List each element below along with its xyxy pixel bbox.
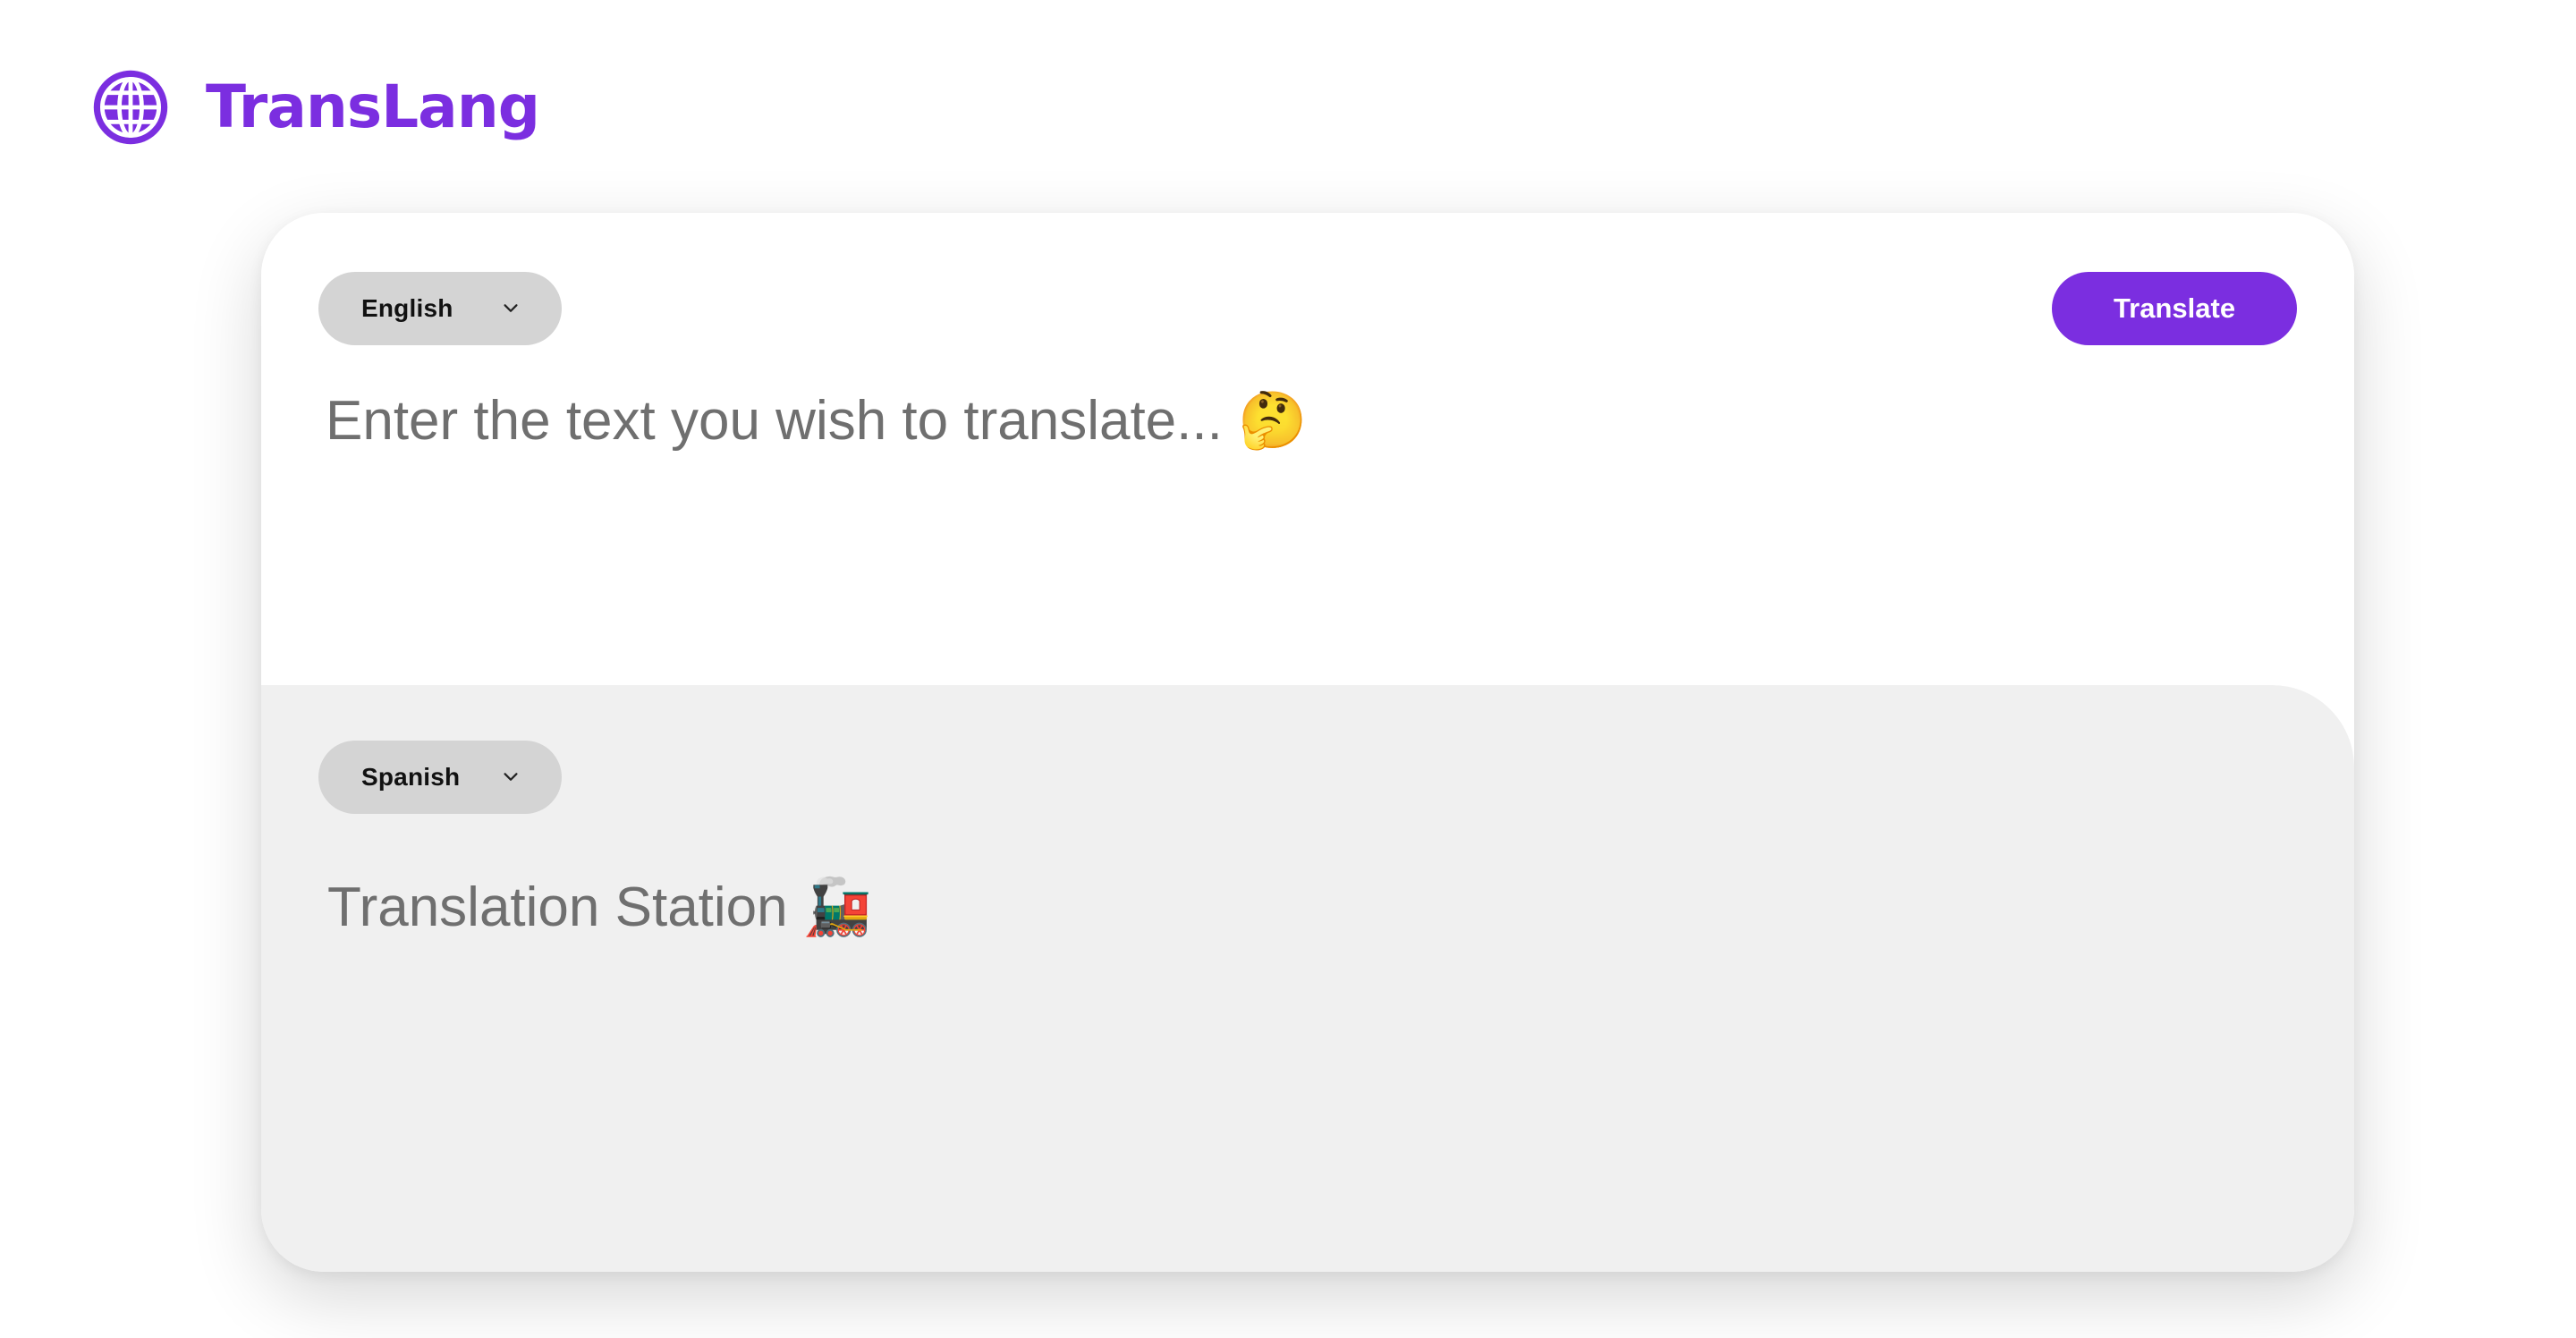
translation-output-text: Translation Station 🚂: [327, 876, 873, 938]
translang-page: TransLang English Translate Spanish Tran…: [0, 0, 2576, 1338]
source-panel: English Translate: [261, 213, 2354, 685]
globe-icon: [93, 70, 168, 145]
app-header: TransLang: [89, 64, 540, 150]
target-language-label: Spanish: [361, 763, 461, 791]
translate-button[interactable]: Translate: [2052, 272, 2297, 345]
chevron-down-icon: [504, 773, 518, 781]
translation-output-panel: Spanish Translation Station 🚂: [261, 685, 2354, 1272]
source-language-select[interactable]: English: [318, 272, 562, 345]
target-language-select[interactable]: Spanish: [318, 741, 562, 814]
source-language-label: English: [361, 294, 453, 322]
app-name: TransLang: [206, 72, 540, 141]
translation-card: English Translate Spanish Translation St…: [261, 213, 2354, 1272]
chevron-down-icon: [504, 304, 518, 312]
source-text-input[interactable]: [326, 386, 2275, 619]
